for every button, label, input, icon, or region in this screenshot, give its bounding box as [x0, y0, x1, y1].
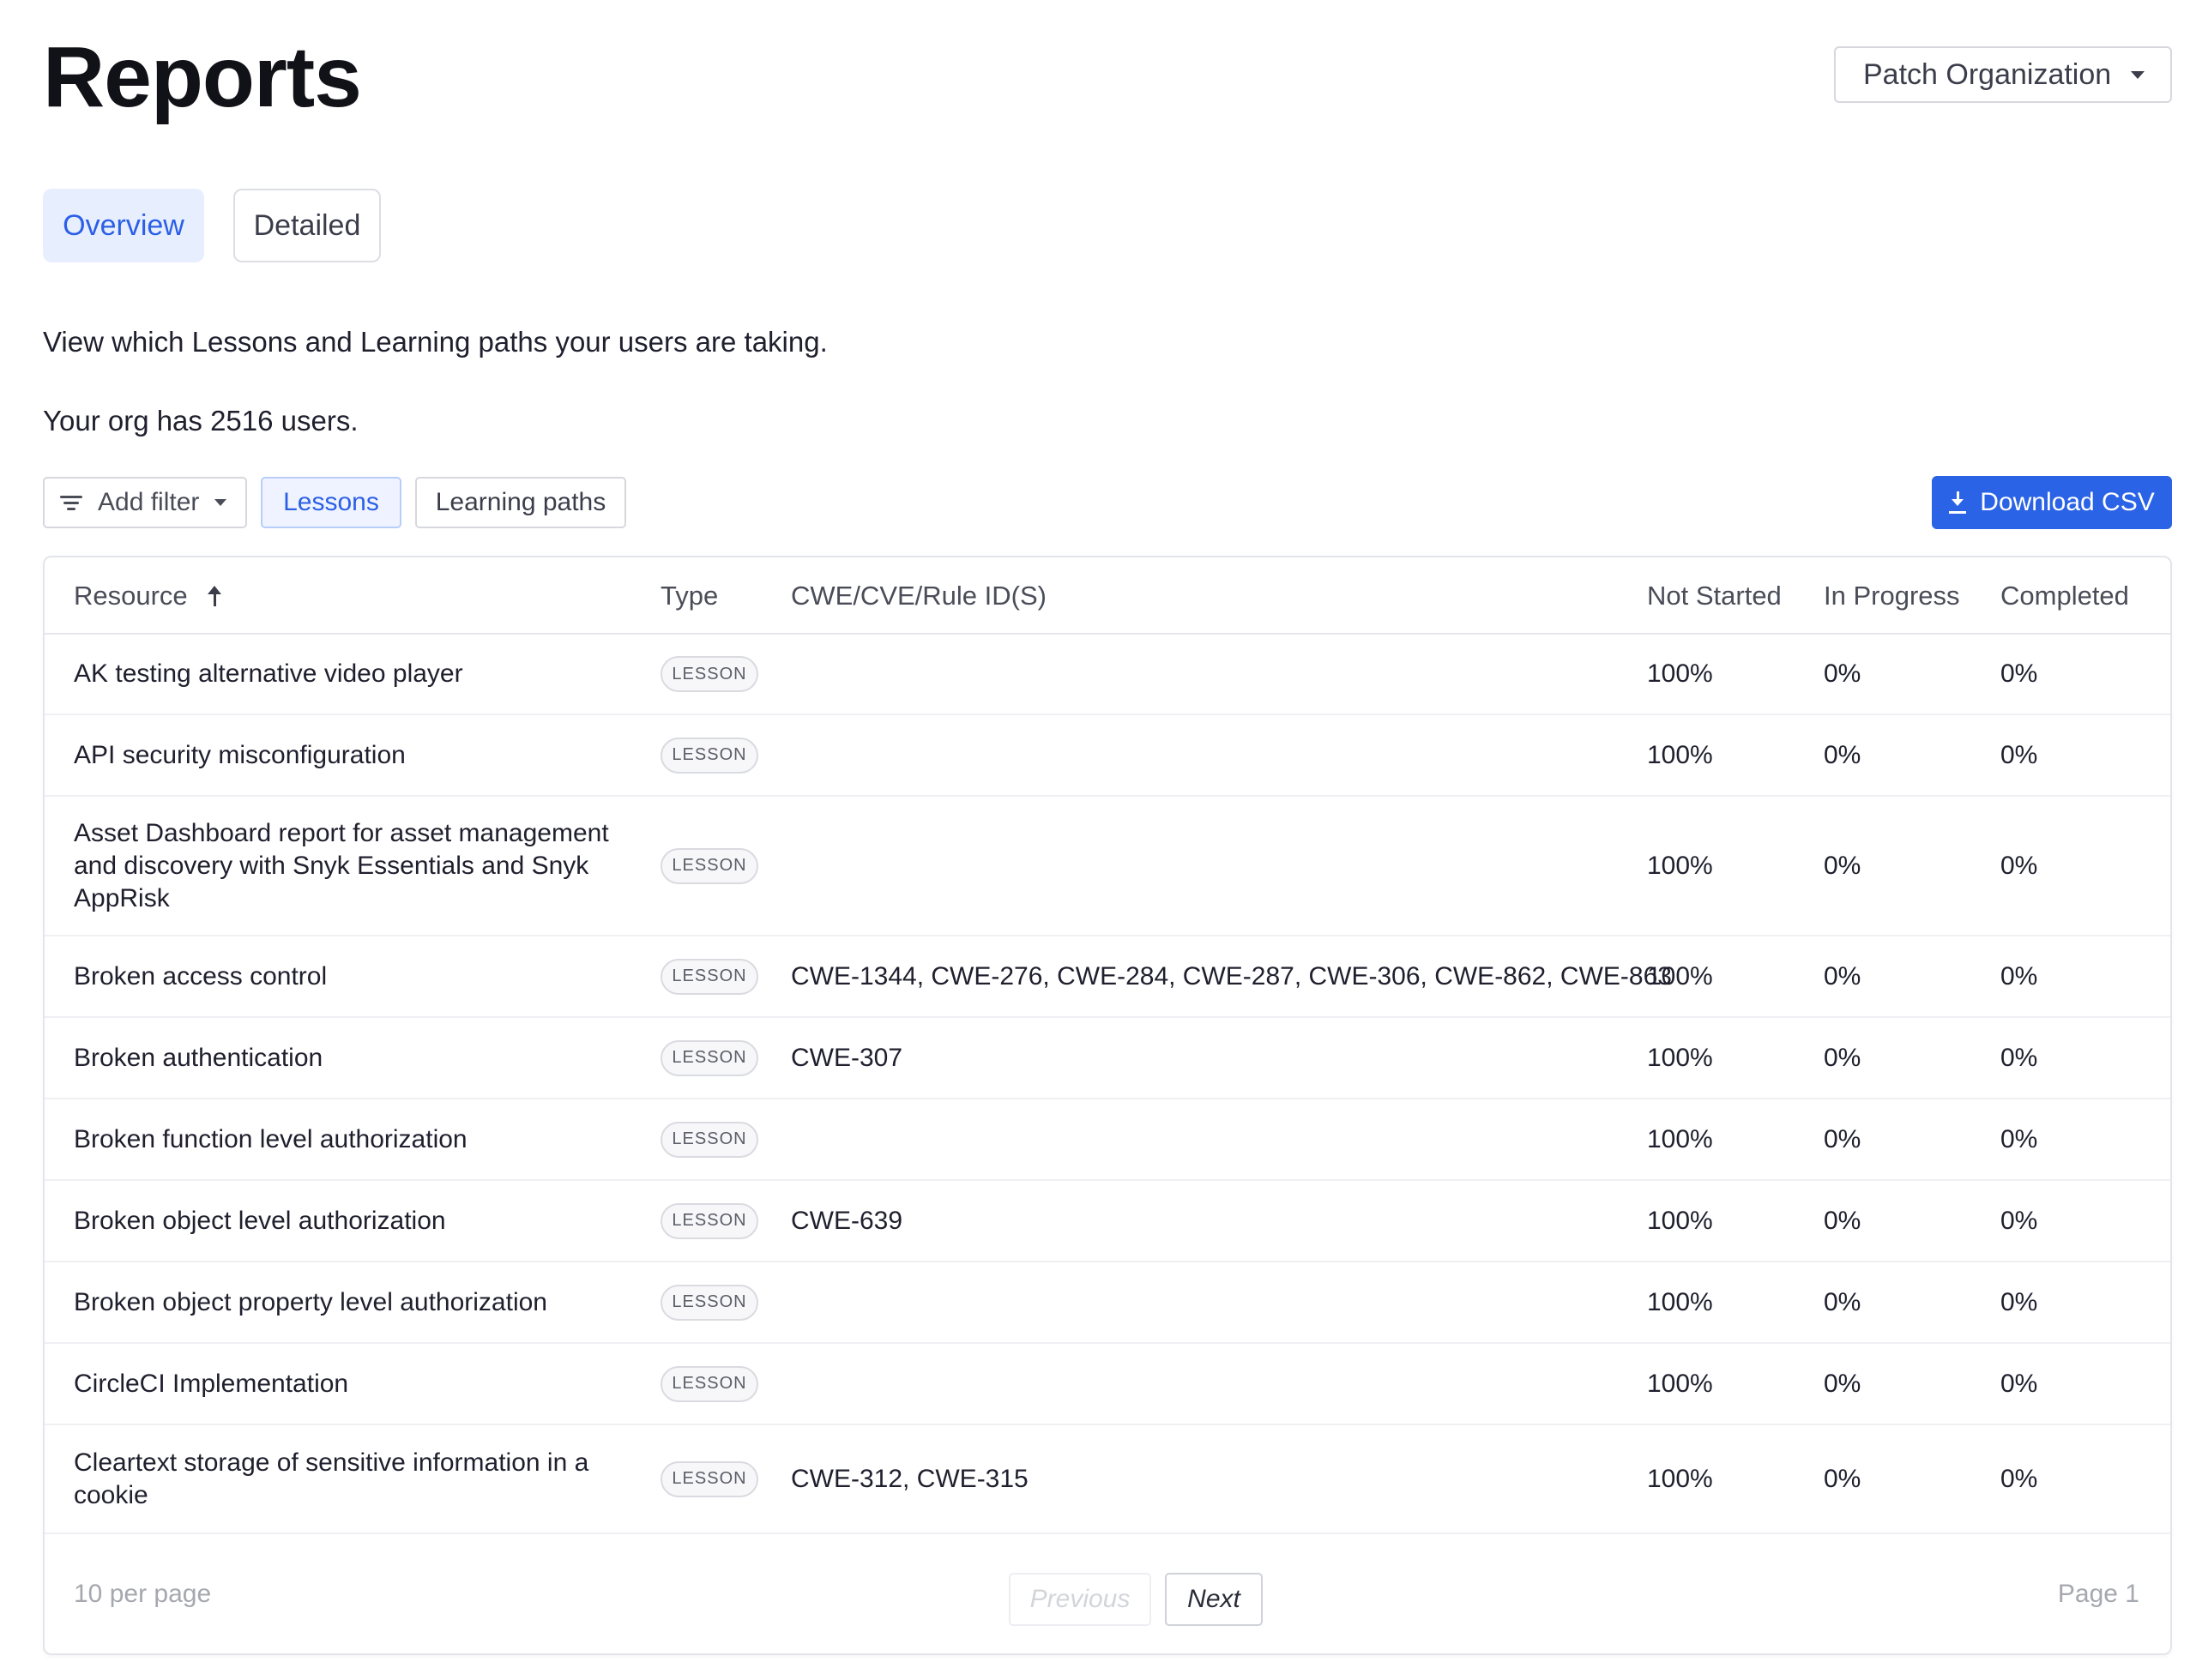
add-filter-label: Add filter [98, 488, 200, 516]
cell-in-progress: 0% [1824, 961, 1861, 991]
type-badge: LESSON [661, 656, 758, 692]
cell-resource[interactable]: CircleCI Implementation [74, 1344, 640, 1424]
column-header-resource[interactable]: Resource [74, 557, 222, 635]
cell-resource[interactable]: Cleartext storage of sensitive informati… [74, 1425, 640, 1532]
per-page-label[interactable]: 10 per page [74, 1580, 211, 1609]
page-indicator: Page 1 [2057, 1580, 2139, 1608]
cell-not-started: 100% [1647, 1464, 1713, 1493]
cell-not-started: 100% [1647, 1206, 1713, 1235]
chevron-down-icon [214, 499, 227, 506]
cell-in-progress: 0% [1824, 851, 1861, 880]
cell-not-started: 100% [1647, 1369, 1713, 1398]
cell-resource[interactable]: Broken access control [74, 936, 640, 1016]
download-csv-button[interactable]: Download CSV [1932, 476, 2172, 529]
table-body: AK testing alternative video player LESS… [45, 635, 2170, 1534]
cell-ids: CWE-312, CWE-315 [791, 1464, 1029, 1493]
table-row: Cleartext storage of sensitive informati… [45, 1425, 2170, 1534]
type-badge: LESSON [661, 1460, 758, 1497]
report-tabs: Overview Detailed [43, 189, 381, 262]
cell-completed: 0% [2000, 961, 2038, 991]
table-pagination: 10 per page Previous Next Page 1 [45, 1538, 2170, 1657]
cell-in-progress: 0% [1824, 1369, 1861, 1398]
reports-table: Resource Type CWE/CVE/Rule ID(S) Not Sta… [43, 556, 2172, 1655]
column-header-in-progress: In Progress [1824, 581, 1960, 611]
column-header-not-started: Not Started [1647, 581, 1782, 611]
organization-select[interactable]: Patch Organization [1834, 46, 2172, 103]
table-row: AK testing alternative video player LESS… [45, 635, 2170, 715]
type-badge: LESSON [661, 1202, 758, 1239]
cell-completed: 0% [2000, 740, 2038, 769]
cell-in-progress: 0% [1824, 1464, 1861, 1493]
cell-in-progress: 0% [1824, 1287, 1861, 1316]
cell-ids: CWE-307 [791, 1043, 903, 1072]
cell-completed: 0% [2000, 1124, 2038, 1153]
tab-overview[interactable]: Overview [43, 189, 204, 262]
cell-completed: 0% [2000, 1206, 2038, 1235]
intro-text: View which Lessons and Learning paths yo… [43, 326, 828, 358]
cell-in-progress: 0% [1824, 1206, 1861, 1235]
cell-ids: CWE-639 [791, 1206, 903, 1235]
download-icon [1949, 491, 1967, 514]
type-badge: LESSON [661, 1365, 758, 1402]
cell-not-started: 100% [1647, 659, 1713, 688]
tab-detailed[interactable]: Detailed [233, 189, 381, 262]
type-badge: LESSON [661, 737, 758, 774]
cell-not-started: 100% [1647, 961, 1713, 991]
cell-in-progress: 0% [1824, 659, 1861, 688]
cell-completed: 0% [2000, 659, 2038, 688]
cell-resource[interactable]: Asset Dashboard report for asset managem… [74, 797, 640, 935]
table-row: CircleCI Implementation LESSON 100% 0% 0… [45, 1344, 2170, 1425]
cell-completed: 0% [2000, 1043, 2038, 1072]
type-badge: LESSON [661, 1121, 758, 1158]
cell-completed: 0% [2000, 1464, 2038, 1493]
type-badge: LESSON [661, 1039, 758, 1076]
user-count-text: Your org has 2516 users. [43, 405, 359, 437]
cell-not-started: 100% [1647, 1124, 1713, 1153]
table-header: Resource Type CWE/CVE/Rule ID(S) Not Sta… [45, 557, 2170, 635]
add-filter-button[interactable]: Add filter [43, 477, 247, 528]
column-header-type: Type [661, 581, 719, 611]
table-row: Asset Dashboard report for asset managem… [45, 797, 2170, 936]
cell-in-progress: 0% [1824, 1043, 1861, 1072]
cell-not-started: 100% [1647, 1043, 1713, 1072]
sort-ascending-icon [207, 586, 222, 606]
table-row: Broken object level authorization LESSON… [45, 1181, 2170, 1262]
organization-select-label: Patch Organization [1863, 57, 2112, 91]
cell-completed: 0% [2000, 851, 2038, 880]
column-header-ids: CWE/CVE/Rule ID(S) [791, 581, 1047, 611]
chevron-down-icon [2131, 70, 2145, 79]
column-header-completed: Completed [2000, 581, 2129, 611]
cell-resource[interactable]: Broken function level authorization [74, 1099, 640, 1179]
cell-not-started: 100% [1647, 740, 1713, 769]
cell-resource[interactable]: Broken authentication [74, 1018, 640, 1098]
cell-resource[interactable]: Broken object level authorization [74, 1181, 640, 1261]
previous-page-button[interactable]: Previous [1009, 1573, 1151, 1626]
table-row: API security misconfiguration LESSON 100… [45, 715, 2170, 797]
table-row: Broken function level authorization LESS… [45, 1099, 2170, 1181]
cell-not-started: 100% [1647, 1287, 1713, 1316]
table-row: Broken access control LESSON CWE-1344, C… [45, 936, 2170, 1018]
cell-not-started: 100% [1647, 851, 1713, 880]
cell-completed: 0% [2000, 1287, 2038, 1316]
cell-ids: CWE-1344, CWE-276, CWE-284, CWE-287, CWE… [791, 961, 1672, 991]
table-row: Broken object property level authorizati… [45, 1262, 2170, 1344]
learning-paths-filter-toggle[interactable]: Learning paths [415, 477, 626, 528]
next-page-button[interactable]: Next [1165, 1573, 1263, 1626]
type-badge: LESSON [661, 1284, 758, 1321]
reports-page: Reports Patch Organization Overview Deta… [0, 0, 2196, 1680]
cell-in-progress: 0% [1824, 1124, 1861, 1153]
lessons-filter-toggle[interactable]: Lessons [261, 477, 401, 528]
cell-resource[interactable]: Broken object property level authorizati… [74, 1262, 640, 1342]
cell-in-progress: 0% [1824, 740, 1861, 769]
filter-icon [60, 495, 82, 510]
cell-resource[interactable]: API security misconfiguration [74, 715, 640, 795]
cell-resource[interactable]: AK testing alternative video player [74, 635, 640, 714]
type-badge: LESSON [661, 958, 758, 995]
page-title: Reports [43, 29, 362, 125]
cell-completed: 0% [2000, 1369, 2038, 1398]
filter-bar: Add filter Lessons Learning paths [43, 477, 626, 528]
download-csv-label: Download CSV [1980, 488, 2155, 516]
type-badge: LESSON [661, 847, 758, 884]
table-row: Broken authentication LESSON CWE-307 100… [45, 1018, 2170, 1099]
